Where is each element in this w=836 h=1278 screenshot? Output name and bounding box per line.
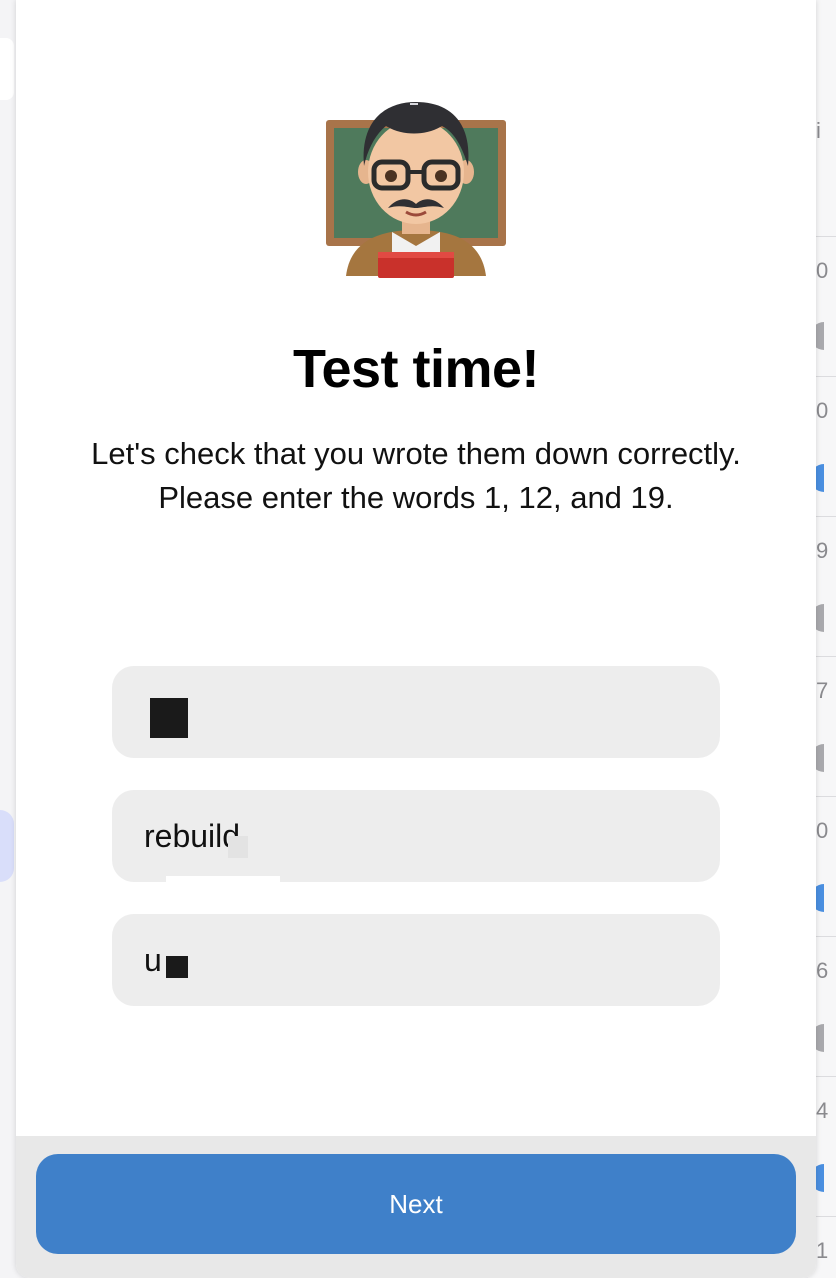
background-glyph: 0: [816, 258, 829, 283]
modal-title: Test time!: [292, 339, 540, 399]
word-1-input[interactable]: [112, 666, 720, 758]
seed-verification-modal: Test time! Let's check that you wrote th…: [16, 0, 816, 1278]
background-glyph: 0: [816, 818, 829, 843]
teacher-emoji-icon: [322, 96, 510, 282]
word-19-input[interactable]: [112, 914, 720, 1006]
modal-description: Let's check that you wrote them down cor…: [91, 436, 741, 515]
next-button[interactable]: Next: [36, 1154, 796, 1254]
redaction-mark: [228, 836, 248, 858]
redaction-mark: [166, 956, 188, 978]
background-glyph: 9: [816, 538, 829, 563]
background-glyph: 0: [816, 398, 829, 423]
modal-footer: Next: [16, 1136, 816, 1278]
background-glyph: 7: [816, 678, 829, 703]
word-12-input[interactable]: [112, 790, 720, 882]
background-glyph: 6: [816, 958, 829, 983]
background-glyph: 4: [816, 1098, 829, 1123]
background-glyph: 1: [816, 1238, 829, 1263]
background-card: [0, 38, 14, 100]
redaction-mark: [166, 876, 280, 888]
background-glyph: i: [816, 118, 821, 143]
redaction-mark: [150, 698, 188, 738]
background-selected-tab: [0, 810, 14, 882]
